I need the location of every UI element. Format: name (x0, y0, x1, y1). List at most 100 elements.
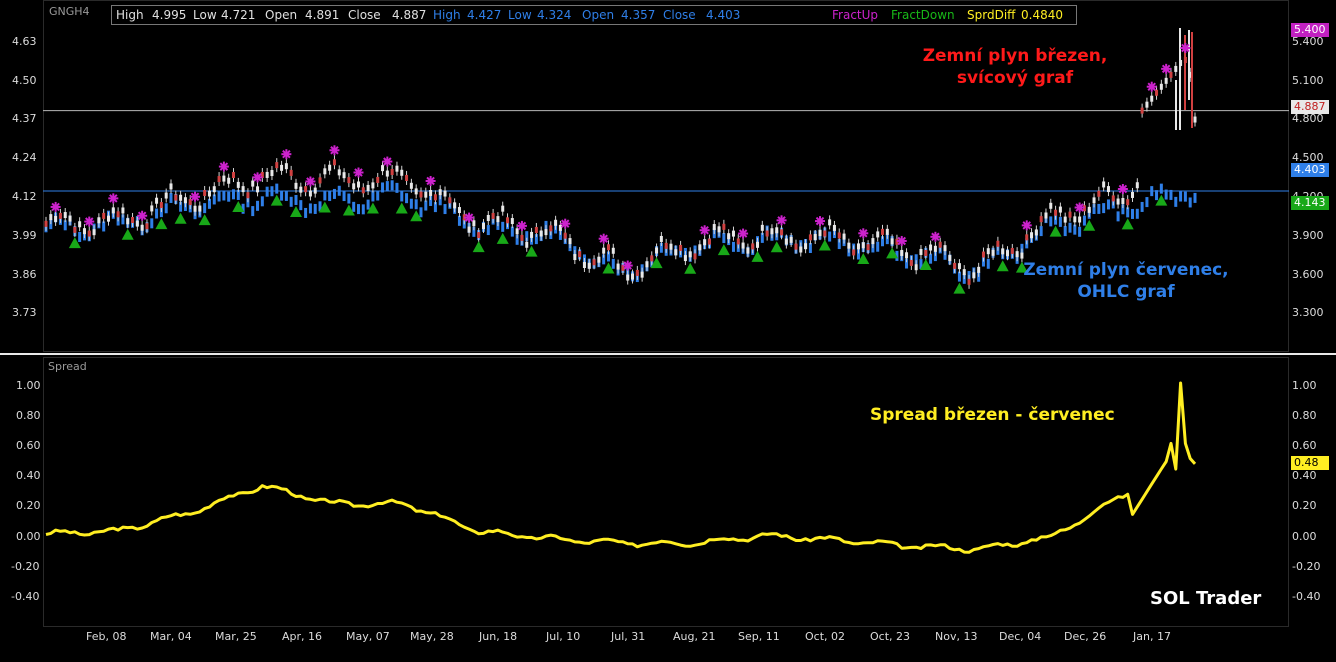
candle-body (861, 242, 865, 249)
spread-left-tick: 0.40 (16, 469, 41, 482)
fract-down-marker (717, 244, 730, 256)
candle-body (592, 259, 596, 266)
candle-body (1092, 197, 1096, 204)
fract-down-marker (174, 212, 187, 224)
candle-body (876, 231, 880, 238)
candle-body (981, 251, 985, 258)
candle-body (563, 232, 567, 239)
candle-body (602, 247, 606, 254)
fract-down-marker (395, 202, 408, 214)
candle-body (751, 243, 755, 250)
fract-up-marker (329, 145, 340, 156)
candle-body (722, 223, 726, 230)
candle-body (554, 219, 558, 226)
candle-body (87, 230, 91, 237)
candle-body (837, 232, 841, 239)
ohlc-high-value: 4.427 (467, 8, 502, 22)
candle-body (419, 191, 423, 198)
candle-body (506, 217, 510, 224)
ohlc-bar (1193, 192, 1197, 203)
candle-body (707, 238, 711, 245)
ohlc-close-label: Close (663, 8, 696, 22)
candle-body (356, 181, 360, 188)
fract-up-marker (622, 260, 633, 271)
candle-body (126, 218, 130, 225)
ohlc-bar (280, 190, 284, 201)
fract-up-marker (815, 216, 826, 227)
candle-body (44, 220, 48, 227)
ohlc-bar (150, 218, 154, 229)
fract-up-marker (516, 220, 527, 231)
spread-right-tick: 0.40 (1292, 469, 1317, 482)
ohlc-bar (227, 191, 231, 202)
fract-up-marker (108, 193, 119, 204)
candle-body (400, 169, 404, 176)
candle-body (832, 224, 836, 231)
spread-left-tick: 0.80 (16, 409, 41, 422)
legend-fract-down: FractDown (891, 8, 955, 22)
ohlc-bar (323, 190, 327, 201)
fract-up-marker (1180, 43, 1191, 54)
ohlc-bar (102, 221, 106, 232)
candle-body (852, 249, 856, 256)
fract-up-marker (560, 218, 571, 229)
candle-body (789, 236, 793, 243)
brand-label: SOL Trader (1150, 588, 1262, 609)
candle-body (885, 228, 889, 235)
candle-body (1159, 83, 1163, 90)
candle-body (1102, 181, 1106, 188)
candle-body (270, 170, 274, 177)
candle-body (376, 176, 380, 183)
candle-body (212, 186, 216, 193)
candle-body (236, 181, 240, 188)
ohlc-bar (313, 203, 317, 214)
candle-body (578, 251, 582, 258)
date-tick: May, 28 (410, 630, 454, 643)
candle-body (227, 177, 231, 184)
fract-down-marker (684, 262, 697, 274)
spread-right-tick: -0.20 (1292, 560, 1321, 573)
candle-body (655, 247, 659, 254)
ohlc-bar (986, 258, 990, 269)
right-tick: 3.900 (1292, 229, 1324, 242)
candle-body (308, 190, 312, 197)
candle-body (347, 177, 351, 184)
candle-body (679, 244, 683, 251)
ohlc-bar (405, 193, 409, 204)
fract-up-marker (1146, 81, 1157, 92)
ohlc-bar (352, 201, 356, 212)
candle-body (611, 247, 615, 254)
candle-body (97, 217, 101, 224)
candle-body (823, 230, 827, 237)
ohlc-bar (1188, 197, 1192, 208)
candle-body (1078, 216, 1082, 223)
fract-up-marker (1117, 183, 1128, 194)
candle-body (145, 223, 149, 230)
fract-up-marker (425, 175, 436, 186)
spread-left-tick: 1.00 (16, 379, 41, 392)
candle-body (174, 194, 178, 201)
candle-body (525, 241, 529, 248)
ohlc-bar (289, 196, 293, 207)
date-tick: Oct, 02 (805, 630, 846, 643)
candle-body (164, 192, 168, 199)
candle-body (1150, 95, 1154, 102)
ohlc-bar (1183, 191, 1187, 202)
ohlc-bar (486, 225, 490, 236)
ohlc-bar (203, 203, 207, 214)
candle-body (135, 220, 139, 227)
ohlc-bar (1058, 216, 1062, 227)
candle-body (736, 238, 740, 245)
candle-body (943, 245, 947, 252)
candle-body (448, 197, 452, 204)
candle-body (760, 224, 764, 231)
candle-body (770, 228, 774, 235)
ohlc-bar (1082, 215, 1086, 226)
candle-body (294, 182, 298, 189)
date-tick: Aug, 21 (673, 630, 716, 643)
date-tick: May, 07 (346, 630, 390, 643)
ohlc-bar (155, 208, 159, 219)
fract-up-marker (1074, 202, 1085, 213)
candle-body (169, 183, 173, 190)
candle-body (68, 215, 72, 222)
